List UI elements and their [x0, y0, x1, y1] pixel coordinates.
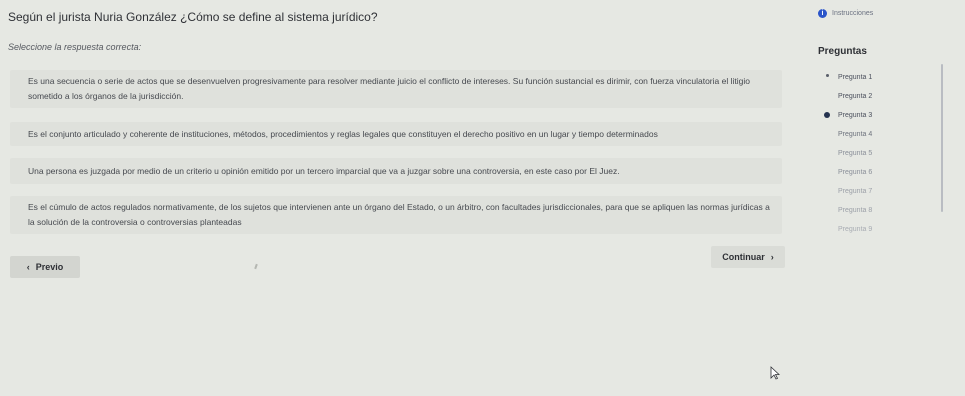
question-navigator: Preguntas Pregunta 1 Pregunta 2 Pregunta 3…	[800, 42, 950, 267]
answer-option-text: Es el conjunto articulado y coherente de…	[28, 128, 658, 139]
navigator-item-label: Pregunta 5	[838, 150, 873, 157]
navigator-item-6[interactable]: Pregunta 6	[800, 163, 940, 182]
navigator-item-2[interactable]: Pregunta 2	[800, 87, 940, 106]
previous-button-label: Previo	[35, 262, 64, 272]
navigator-item-label: Pregunta 6	[838, 169, 873, 176]
answer-option-text: Es una secuencia o serie de actos que se…	[28, 76, 750, 101]
navigator-item-label: Pregunta 3	[838, 112, 873, 119]
previous-button[interactable]: ‹ Previo	[10, 256, 80, 278]
answered-dot-icon	[826, 74, 829, 77]
instructions-label: Instrucciones	[832, 10, 874, 17]
answer-option-1[interactable]: Es una secuencia o serie de actos que se…	[10, 70, 782, 108]
question-title: Según el jurista Nuria González ¿Cómo se…	[8, 10, 378, 24]
decorative-mark	[254, 263, 258, 270]
answer-option-4[interactable]: Es el cúmulo de actos regulados normativ…	[10, 196, 782, 234]
answer-option-text: Es el cúmulo de actos regulados normativ…	[28, 202, 770, 227]
answer-option-text: Una persona es juzgada por medio de un c…	[28, 165, 620, 176]
answer-option-3[interactable]: Una persona es juzgada por medio de un c…	[10, 158, 782, 184]
navigator-item-8[interactable]: Pregunta 8	[800, 201, 940, 220]
navigator-item-7[interactable]: Pregunta 7	[800, 182, 940, 201]
navigator-item-label: Pregunta 4	[838, 131, 873, 138]
navigator-item-label: Pregunta 1	[838, 74, 873, 81]
navigator-list: Pregunta 1 Pregunta 2 Pregunta 3 Pregunta 4…	[800, 68, 940, 239]
continue-button-label: Continuar	[722, 252, 765, 262]
navigator-item-5[interactable]: Pregunta 5	[800, 144, 940, 163]
info-icon: i	[818, 9, 827, 18]
continue-button[interactable]: Continuar ›	[711, 246, 785, 268]
navigator-title: Preguntas	[818, 46, 867, 57]
navigator-item-3[interactable]: Pregunta 3	[800, 106, 940, 125]
instructions-link[interactable]: i Instrucciones	[818, 9, 873, 18]
navigator-item-label: Pregunta 7	[838, 188, 873, 195]
navigator-item-label: Pregunta 9	[838, 226, 873, 233]
navigator-item-label: Pregunta 8	[838, 207, 873, 214]
chevron-right-icon: ›	[770, 252, 774, 262]
answer-option-2[interactable]: Es el conjunto articulado y coherente de…	[10, 122, 782, 146]
chevron-left-icon: ‹	[26, 262, 30, 272]
navigator-item-1[interactable]: Pregunta 1	[800, 68, 940, 87]
navigator-item-4[interactable]: Pregunta 4	[800, 125, 940, 144]
current-question-icon	[824, 112, 830, 118]
answer-prompt: Seleccione la respuesta correcta:	[8, 42, 142, 52]
navigator-item-9[interactable]: Pregunta 9	[800, 220, 940, 239]
navigator-item-label: Pregunta 2	[838, 93, 873, 100]
mouse-cursor-icon	[770, 366, 780, 380]
navigator-scrollbar[interactable]	[941, 64, 943, 212]
